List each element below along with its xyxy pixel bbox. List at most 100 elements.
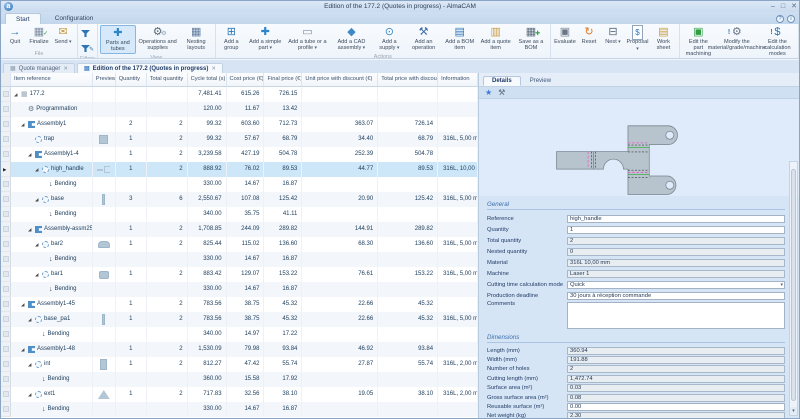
table-row-base-pa1-15[interactable]: ◢base_pa112783.5638.7545.3222.6645.32316… [1, 312, 478, 327]
row-gutter[interactable] [1, 192, 11, 207]
ribbon-button-send[interactable]: ✉Send ▾ [51, 25, 75, 47]
expander-icon[interactable]: ◢ [21, 117, 26, 132]
row-gutter[interactable] [1, 147, 11, 162]
tab-close-icon[interactable]: ✕ [63, 66, 68, 72]
ribbon-button-add-a-tube-or-a-profile[interactable]: ▭Add a tube or a profile ▾ [285, 25, 329, 53]
table-row-assembly1-4-4[interactable]: ◢Assembly1-4123,239.58427.19504.78252.39… [1, 147, 478, 162]
ribbon-button-evaluate[interactable]: ▣Evaluate [553, 25, 577, 46]
table-row-assembly1-2[interactable]: ◢Assembly12299.32603.60712.73363.07726.1… [1, 117, 478, 132]
row-gutter[interactable] [1, 402, 11, 417]
details-tab-preview[interactable]: Preview [521, 76, 560, 86]
reusable-surface-m-field[interactable]: 0.00 [567, 403, 785, 411]
row-gutter[interactable] [1, 252, 11, 267]
row-gutter[interactable] [1, 282, 11, 297]
table-row-trap-3[interactable]: trap1299.3257.6768.7934.4068.79316L, 5,0… [1, 132, 478, 147]
expander-icon[interactable]: ◢ [35, 192, 40, 207]
expander-icon[interactable]: ◢ [28, 387, 33, 402]
ribbon-button-finalize[interactable]: ▦✓Finalize [27, 25, 51, 46]
production-deadline-field[interactable]: 30 jours à réception commande [567, 292, 785, 300]
table-row-bending-19[interactable]: ↓Bending360.0015.5817.92 [1, 372, 478, 387]
tools-wrench-icon[interactable]: ⚒ [498, 88, 505, 98]
expander-icon[interactable]: ◢ [28, 147, 33, 162]
row-gutter[interactable] [1, 132, 11, 147]
ribbon-button-filter-edit-icon[interactable]: ✎ [80, 42, 94, 55]
column-header-cycle[interactable]: Cycle total (s) [188, 73, 227, 86]
ribbon-button-edit-the-calculation-modes[interactable]: $!Edit the calculation modes [759, 25, 796, 58]
ribbon-button-save-as-a-bom[interactable]: ▦✚Save as a BOM [514, 25, 548, 52]
row-gutter[interactable] [1, 237, 11, 252]
expander-icon[interactable]: ◢ [28, 357, 33, 372]
column-header-unit[interactable]: Unit price with discount (€) [302, 73, 378, 86]
document-tab-quote-manager[interactable]: ▦Quote manager✕ [3, 63, 75, 73]
ribbon-tab-configuration[interactable]: Configuration [45, 13, 104, 24]
row-gutter[interactable] [1, 327, 11, 342]
minimize-button[interactable]: – [771, 1, 775, 12]
cutting-time-calculation-mode-field[interactable]: Quick▾ [567, 281, 785, 289]
table-row-ext1-20[interactable]: ◢ext112717.8332.5638.1019.0538.10316L, 2… [1, 387, 478, 402]
row-gutter[interactable] [1, 312, 11, 327]
ribbon-button-reset[interactable]: ↻Reset [577, 25, 601, 46]
row-gutter[interactable] [1, 372, 11, 387]
column-header-info[interactable]: Information [438, 73, 478, 86]
scrollbar-down-arrow[interactable]: ▾ [790, 407, 797, 415]
ribbon-button-add-an-operation[interactable]: ⚒Add an operation [405, 25, 442, 52]
table-row-bar2-10[interactable]: ◢bar212825.44115.02136.6068.30136.60316L… [1, 237, 478, 252]
info-icon[interactable]: i [787, 15, 795, 23]
column-header-preview[interactable]: Preview [93, 73, 116, 86]
ribbon-button-parts-and-tubes[interactable]: ✚Parts and tubes [100, 25, 136, 54]
row-gutter[interactable] [1, 102, 11, 117]
details-tab-details[interactable]: Details [483, 76, 521, 86]
ribbon-button-filter-icon[interactable] [80, 27, 94, 40]
expander-icon[interactable]: ◢ [35, 267, 40, 282]
table-row-bending-21[interactable]: ↓Bending330.0014.6716.87 [1, 402, 478, 417]
document-tab-edition-of-the-177-2-quotes-in-progress[interactable]: ▤Edition of the 177.2 (Quotes in progres… [77, 63, 223, 73]
ribbon-button-nest[interactable]: ⊟Nest ▾ [601, 25, 625, 47]
ribbon-button-operations-and-supplies[interactable]: ⚙⚙Operations and supplies [136, 25, 180, 52]
column-header-ref[interactable]: Item reference [11, 73, 93, 86]
table-row-bending-16[interactable]: ↓Bending340.0014.9717.22 [1, 327, 478, 342]
expander-icon[interactable]: ◢ [28, 222, 33, 237]
row-gutter[interactable] [1, 342, 11, 357]
table-row-bending-11[interactable]: ↓Bending330.0014.6716.87 [1, 252, 478, 267]
column-header-cost[interactable]: Cost price (€) [227, 73, 265, 86]
expander-icon[interactable]: ◢ [21, 297, 26, 312]
column-header-total[interactable]: Total price with discount (€) [378, 73, 438, 86]
column-header-tqty[interactable]: Total quantity [147, 73, 188, 86]
expander-icon[interactable]: ◢ [35, 162, 40, 177]
ribbon-button-add-a-bom-item[interactable]: ▤Add a BOM item [442, 25, 478, 52]
scrollbar-thumb[interactable] [791, 169, 796, 401]
ribbon-button-modify-the-material-grade-machine[interactable]: ⚙!Modify the material/grade/machine [715, 25, 759, 52]
ribbon-button-add-a-supply[interactable]: ⊙Add a supply ▾ [373, 25, 405, 53]
app-logo-icon[interactable]: a [4, 2, 13, 11]
row-gutter[interactable] [1, 297, 11, 312]
table-row-assembly1-45-14[interactable]: ◢Assembly1-4512783.5638.7545.3222.6645.3… [1, 297, 478, 312]
expander-icon[interactable]: ◢ [28, 312, 33, 327]
row-gutter[interactable] [1, 207, 11, 222]
table-row-assembly-assm25-9[interactable]: ◢Assembly-assm25121,708.85244.09289.8214… [1, 222, 478, 237]
row-gutter[interactable] [1, 117, 11, 132]
table-row-177-2-0[interactable]: ◢▦177.27,481.41615.26726.15 [1, 87, 478, 102]
comments-field[interactable] [567, 302, 785, 329]
ribbon-button-quit[interactable]: →Quit [3, 25, 27, 46]
table-row-int-18[interactable]: ◢int12812.2747.4255.7427.8755.74316L, 2,… [1, 357, 478, 372]
expander-icon[interactable]: ◢ [21, 342, 26, 357]
close-button[interactable]: ✕ [791, 1, 797, 12]
ribbon-button-add-a-group[interactable]: ⊞Add a group [218, 25, 245, 52]
quantity-field[interactable]: 1 [567, 226, 785, 234]
ribbon-tab-start[interactable]: Start [5, 13, 41, 24]
table-row-programmation-1[interactable]: ⚙Programmation120.0011.6713.42 [1, 102, 478, 117]
row-gutter[interactable]: ▶ [1, 162, 11, 177]
table-row-high-handle-5[interactable]: ▶◢high_handle12888.9276.0289.5344.7789.5… [1, 162, 478, 177]
favorite-star-icon[interactable]: ★ [485, 88, 492, 98]
ribbon-button-proposal[interactable]: $Proposal ▾ [625, 25, 650, 53]
table-row-bending-13[interactable]: ↓Bending330.0014.6716.87 [1, 282, 478, 297]
row-gutter[interactable] [1, 387, 11, 402]
ribbon-button-work-sheet[interactable]: ▤Work sheet [650, 25, 677, 52]
table-row-bending-6[interactable]: ↓Bending330.0014.6716.87 [1, 177, 478, 192]
ribbon-button-nesting-layouts[interactable]: ▦Nesting layouts [180, 25, 213, 52]
row-gutter[interactable] [1, 177, 11, 192]
expander-icon[interactable]: ◢ [35, 237, 40, 252]
ribbon-button-add-a-simple-part[interactable]: ✚Add a simple part ▾ [245, 25, 285, 53]
row-gutter[interactable] [1, 222, 11, 237]
tab-close-icon[interactable]: ✕ [211, 66, 216, 72]
